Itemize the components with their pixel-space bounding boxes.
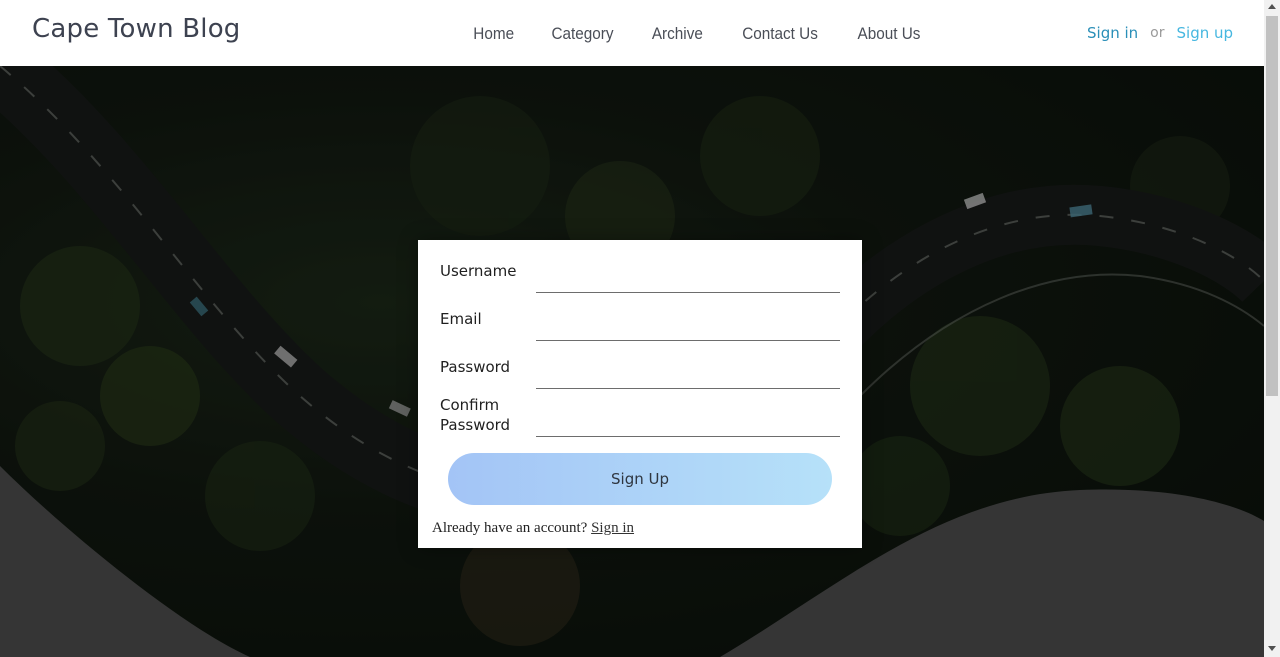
- form-sign-in-link[interactable]: Sign in: [591, 520, 634, 536]
- main-nav: Home Category Archive Contact Us About U…: [455, 24, 940, 44]
- nav-about-us[interactable]: About Us: [843, 24, 935, 44]
- email-label: Email: [440, 310, 482, 328]
- sign-up-form: Username Email Password Confirm Password…: [418, 240, 862, 548]
- email-underline: [536, 340, 840, 341]
- sign-up-button[interactable]: Sign Up: [448, 453, 832, 505]
- nav-category[interactable]: Category: [537, 24, 628, 44]
- confirm-label-line2: Password: [440, 416, 511, 434]
- confirm-label-line1: Confirm: [440, 396, 500, 414]
- nav-home[interactable]: Home: [459, 24, 529, 44]
- email-input[interactable]: [536, 315, 840, 339]
- auth-separator: or: [1150, 25, 1165, 41]
- confirm-password-underline: [536, 436, 840, 437]
- nav-contact-us[interactable]: Contact Us: [728, 24, 832, 44]
- nav-archive[interactable]: Archive: [638, 24, 718, 44]
- scroll-down-arrow-icon[interactable]: [1268, 646, 1276, 651]
- username-input[interactable]: [536, 267, 840, 291]
- scroll-thumb[interactable]: [1266, 16, 1278, 396]
- confirm-password-input[interactable]: [536, 410, 840, 434]
- password-underline: [536, 388, 840, 389]
- site-brand[interactable]: Cape Town Blog: [32, 14, 241, 44]
- username-underline: [536, 292, 840, 293]
- auth-links: Sign in or Sign up: [1087, 24, 1233, 42]
- already-have-account: Already have an account? Sign in: [432, 520, 634, 537]
- password-label: Password: [440, 358, 511, 376]
- username-label: Username: [440, 262, 517, 280]
- header-sign-up-link[interactable]: Sign up: [1177, 24, 1234, 42]
- already-text: Already have an account?: [432, 520, 588, 536]
- scroll-up-arrow-icon[interactable]: [1268, 4, 1276, 9]
- site-header: Cape Town Blog Home Category Archive Con…: [0, 0, 1264, 66]
- page-scrollbar[interactable]: [1264, 0, 1280, 657]
- header-sign-in-link[interactable]: Sign in: [1087, 24, 1138, 42]
- password-input[interactable]: [536, 363, 840, 387]
